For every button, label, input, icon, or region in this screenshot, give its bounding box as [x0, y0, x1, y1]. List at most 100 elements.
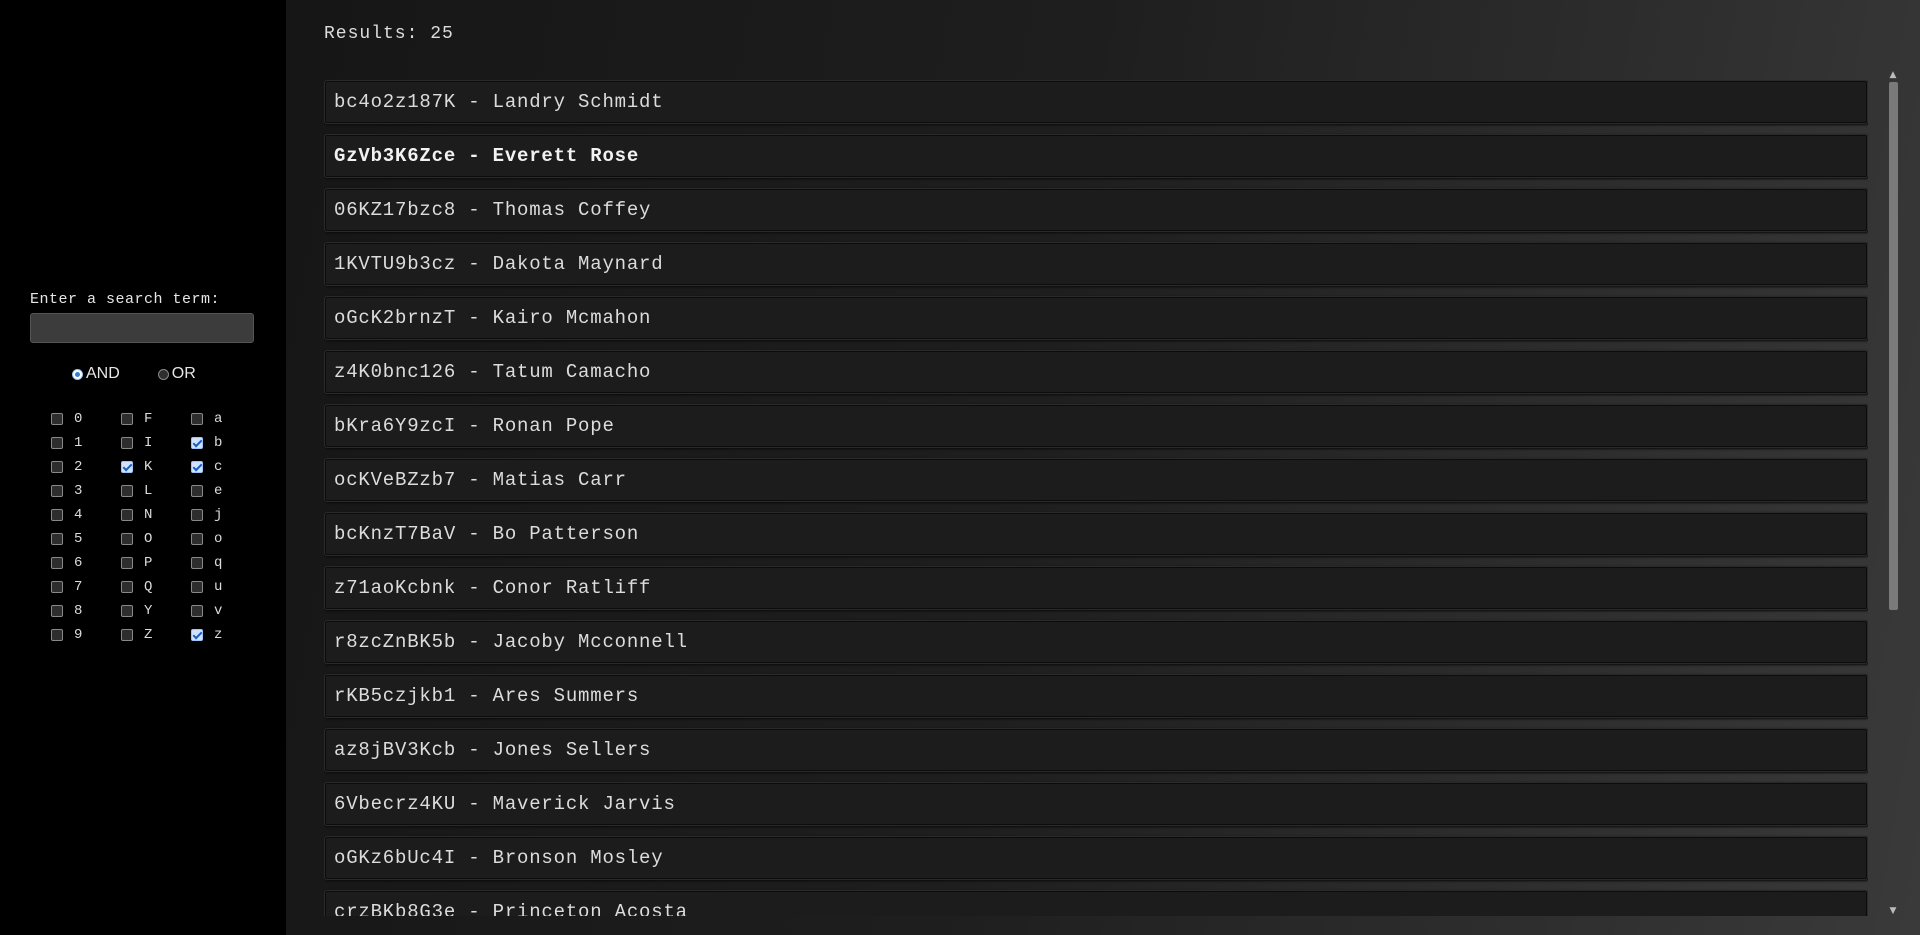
result-row[interactable]: 1KVTU9b3cz - Dakota Maynard [324, 242, 1868, 286]
result-row[interactable]: 6Vbecrz4KU - Maverick Jarvis [324, 782, 1868, 826]
filter-option[interactable]: 4 [51, 507, 121, 523]
filter-option[interactable]: 0 [51, 411, 121, 427]
filter-option[interactable]: 3 [51, 483, 121, 499]
filter-label: 6 [74, 555, 83, 571]
filter-label: c [214, 459, 223, 475]
filter-checkbox[interactable] [121, 533, 133, 545]
filter-option[interactable]: z [191, 627, 261, 643]
result-row[interactable]: rKB5czjkb1 - Ares Summers [324, 674, 1868, 718]
filter-label: 7 [74, 579, 83, 595]
filter-option[interactable]: Y [121, 603, 191, 619]
filter-option[interactable]: c [191, 459, 261, 475]
filter-checkbox[interactable] [51, 437, 63, 449]
filter-option[interactable]: P [121, 555, 191, 571]
filter-checkbox[interactable] [121, 629, 133, 641]
result-row[interactable]: az8jBV3Kcb - Jones Sellers [324, 728, 1868, 772]
mode-or-radio[interactable] [157, 368, 169, 380]
filter-label: 3 [74, 483, 83, 499]
filter-option[interactable]: Z [121, 627, 191, 643]
filter-checkbox[interactable] [121, 485, 133, 497]
filter-checkbox[interactable] [191, 581, 203, 593]
mode-and-option[interactable]: AND [72, 365, 120, 383]
filter-checkbox[interactable] [191, 413, 203, 425]
search-mode-group: AND OR [72, 365, 196, 383]
filter-option[interactable]: 7 [51, 579, 121, 595]
filter-checkbox[interactable] [51, 461, 63, 473]
filter-label: 9 [74, 627, 83, 643]
filter-checkbox[interactable] [121, 581, 133, 593]
result-row[interactable]: oGcK2brnzT - Kairo Mcmahon [324, 296, 1868, 340]
filter-checkbox[interactable] [121, 557, 133, 569]
filter-checkbox[interactable] [51, 485, 63, 497]
filter-checkbox[interactable] [121, 413, 133, 425]
result-row[interactable]: z4K0bnc126 - Tatum Camacho [324, 350, 1868, 394]
result-row[interactable]: bKra6Y9zcI - Ronan Pope [324, 404, 1868, 448]
filter-option[interactable]: K [121, 459, 191, 475]
filter-option[interactable]: v [191, 603, 261, 619]
filter-option[interactable]: u [191, 579, 261, 595]
filter-checkbox[interactable] [191, 509, 203, 521]
filter-checkbox[interactable] [121, 461, 133, 473]
filter-option[interactable]: j [191, 507, 261, 523]
filter-option[interactable]: e [191, 483, 261, 499]
filter-label: q [214, 555, 223, 571]
filter-label: N [144, 507, 153, 523]
filter-option[interactable]: 5 [51, 531, 121, 547]
filter-checkbox[interactable] [51, 581, 63, 593]
filter-option[interactable]: a [191, 411, 261, 427]
filter-checkbox[interactable] [51, 509, 63, 521]
scroll-up-arrow-icon[interactable]: ▲ [1886, 68, 1900, 82]
result-row[interactable]: z71aoKcbnk - Conor Ratliff [324, 566, 1868, 610]
scroll-thumb[interactable] [1889, 82, 1898, 610]
mode-and-radio[interactable] [72, 368, 83, 380]
scroll-down-arrow-icon[interactable]: ▼ [1886, 904, 1900, 918]
filter-checkbox[interactable] [191, 485, 203, 497]
filter-checkbox[interactable] [191, 533, 203, 545]
results-scrollbar[interactable]: ▲ ▼ [1886, 68, 1900, 918]
search-input[interactable] [30, 313, 254, 343]
filter-checkbox[interactable] [121, 509, 133, 521]
filter-option[interactable]: q [191, 555, 261, 571]
character-filter-grid: 0 Fa 1 Ib 2 Kc 3 Le 4 Nj 5 Oo 6 Pq 7 Qu 8 Yv 9 Zz [51, 411, 261, 651]
result-row[interactable]: bc4o2z187K - Landry Schmidt [324, 80, 1868, 124]
filter-option[interactable]: O [121, 531, 191, 547]
filter-checkbox[interactable] [191, 605, 203, 617]
result-row[interactable]: 06KZ17bzc8 - Thomas Coffey [324, 188, 1868, 232]
filter-option[interactable]: 1 [51, 435, 121, 451]
filter-option[interactable]: F [121, 411, 191, 427]
filter-option[interactable]: 8 [51, 603, 121, 619]
filter-option[interactable]: N [121, 507, 191, 523]
filter-option[interactable]: b [191, 435, 261, 451]
results-count: Results: 25 [324, 24, 454, 44]
filter-checkbox[interactable] [191, 629, 203, 641]
filter-checkbox[interactable] [191, 461, 203, 473]
filter-checkbox[interactable] [51, 629, 63, 641]
filter-option[interactable]: I [121, 435, 191, 451]
filter-checkbox[interactable] [51, 605, 63, 617]
filter-label: Y [144, 603, 153, 619]
filter-label: o [214, 531, 223, 547]
filter-label: v [214, 603, 223, 619]
filter-option[interactable]: 9 [51, 627, 121, 643]
filter-option[interactable]: 6 [51, 555, 121, 571]
results-list[interactable]: bc4o2z187K - Landry Schmidt GzVb3K6Zce - … [324, 80, 1868, 916]
filter-checkbox[interactable] [51, 557, 63, 569]
result-row[interactable]: crzBKb8G3e - Princeton Acosta [324, 890, 1868, 916]
result-row[interactable]: bcKnzT7BaV - Bo Patterson [324, 512, 1868, 556]
filter-checkbox[interactable] [191, 437, 203, 449]
filter-option[interactable]: 2 [51, 459, 121, 475]
result-row[interactable]: GzVb3K6Zce - Everett Rose [324, 134, 1868, 178]
filter-label: b [214, 435, 223, 451]
filter-checkbox[interactable] [191, 557, 203, 569]
filter-option[interactable]: o [191, 531, 261, 547]
filter-checkbox[interactable] [121, 437, 133, 449]
filter-checkbox[interactable] [51, 533, 63, 545]
mode-or-option[interactable]: OR [157, 365, 196, 383]
result-row[interactable]: ocKVeBZzb7 - Matias Carr [324, 458, 1868, 502]
filter-option[interactable]: Q [121, 579, 191, 595]
filter-checkbox[interactable] [51, 413, 63, 425]
result-row[interactable]: oGKz6bUc4I - Bronson Mosley [324, 836, 1868, 880]
filter-option[interactable]: L [121, 483, 191, 499]
result-row[interactable]: r8zcZnBK5b - Jacoby Mcconnell [324, 620, 1868, 664]
filter-checkbox[interactable] [121, 605, 133, 617]
